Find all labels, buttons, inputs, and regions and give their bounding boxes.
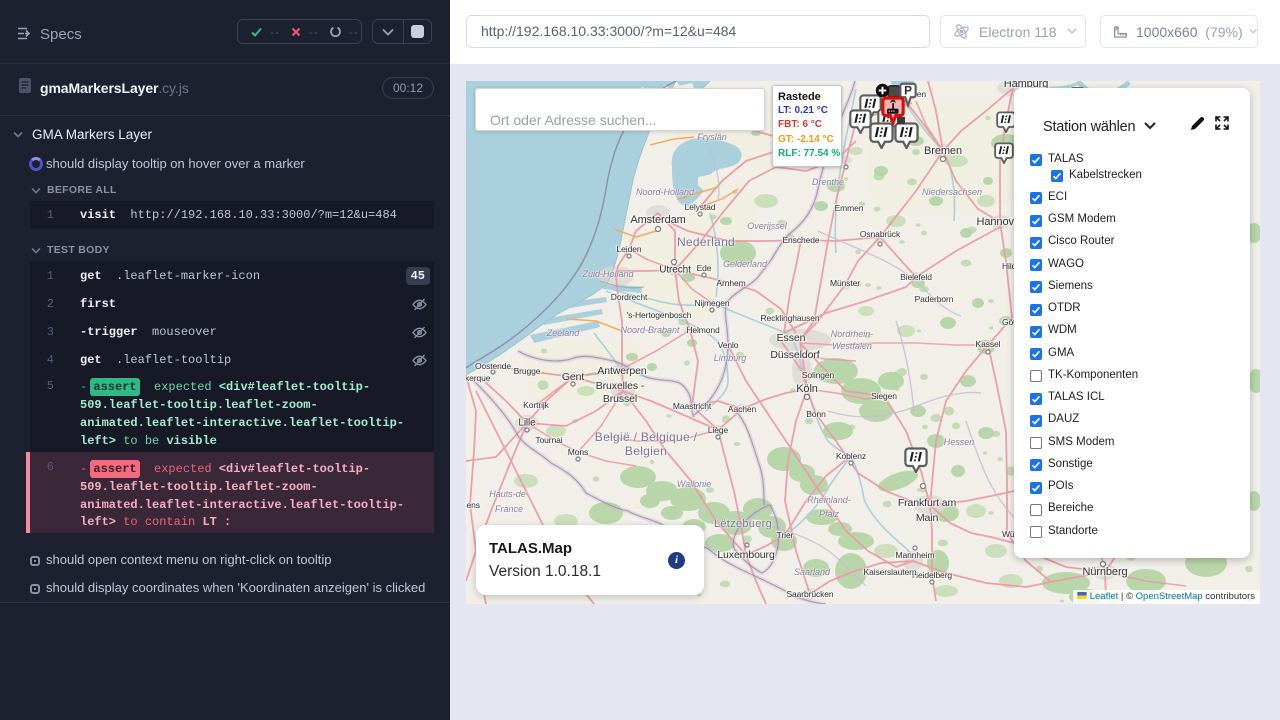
- svg-text:P: P: [904, 85, 912, 98]
